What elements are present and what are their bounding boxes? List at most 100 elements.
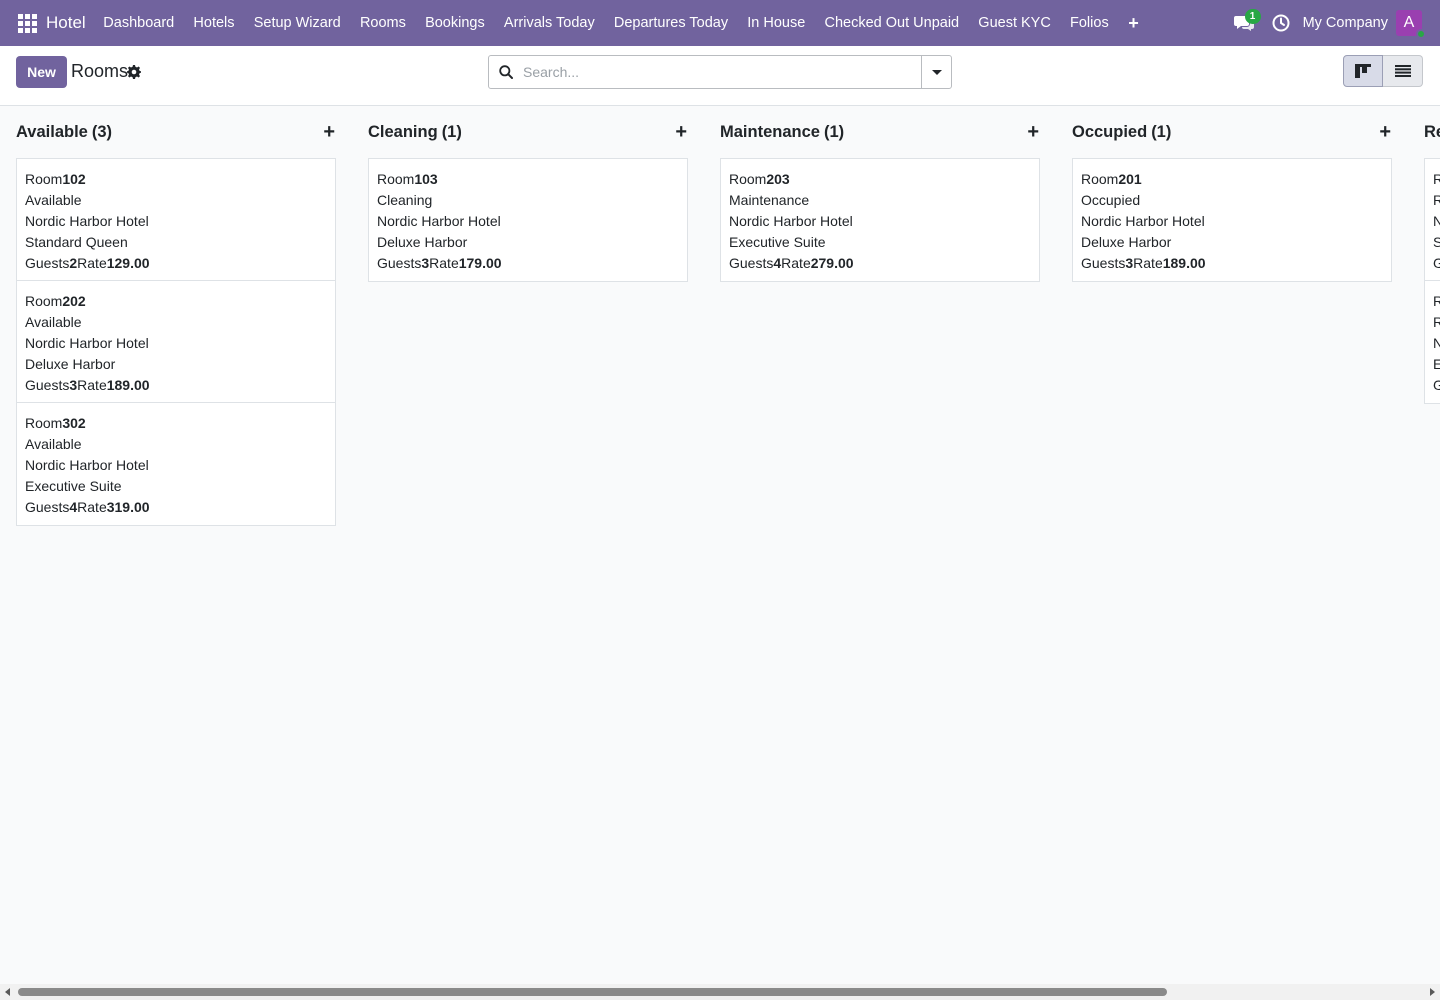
search-bar: [488, 55, 952, 89]
company-switcher[interactable]: My Company: [1299, 15, 1396, 31]
guests-value: 3: [421, 255, 430, 271]
search-options-toggle[interactable]: [921, 56, 951, 88]
column-header[interactable]: Maintenance (1) +: [720, 106, 1040, 158]
activities-button[interactable]: [1263, 0, 1299, 46]
room-card[interactable]: Room103 Cleaning Nordic Harbor Hotel Del…: [369, 159, 687, 281]
room-label: Room: [1081, 171, 1119, 187]
quick-create-plus-icon[interactable]: +: [1027, 121, 1040, 144]
guests-label: Guests: [25, 255, 70, 271]
guests-value: 4: [773, 255, 782, 271]
menu-item-hotels[interactable]: Hotels: [184, 0, 244, 46]
search-input[interactable]: [523, 56, 921, 88]
menu-item-dashboard[interactable]: Dashboard: [94, 0, 184, 46]
room-number: 203: [766, 171, 790, 187]
caret-down-icon: [931, 69, 942, 75]
menu-item-setup-wizard[interactable]: Setup Wizard: [244, 0, 350, 46]
room-number: 202: [62, 293, 86, 309]
systray: 1 My Company A: [1225, 0, 1440, 46]
column-header[interactable]: Re: [1424, 106, 1440, 158]
room-card[interactable]: Room102 Available Nordic Harbor Hotel St…: [17, 159, 335, 281]
hotel-name: Nordic Harbor Hotel: [729, 213, 853, 229]
kanban-column-occupied: Occupied (1) + Room201 Occupied Nordic H…: [1072, 106, 1392, 282]
room-card[interactable]: Room203 Maintenance Nordic Harbor Hotel …: [721, 159, 1039, 281]
room-label: R: [1433, 293, 1440, 309]
clock-icon: [1272, 14, 1290, 32]
rate-label: Rate: [1133, 255, 1163, 271]
room-status: R: [1433, 314, 1440, 330]
column-title: Re: [1424, 122, 1440, 141]
quick-create-plus-icon[interactable]: +: [675, 121, 688, 144]
list-icon: [1394, 65, 1411, 77]
room-type: Deluxe Harbor: [377, 234, 468, 250]
apps-grid-icon: [17, 13, 37, 33]
guests-label: G: [1433, 377, 1440, 393]
room-label: Room: [25, 415, 63, 431]
top-navbar: Hotel Dashboard Hotels Setup Wizard Room…: [0, 0, 1440, 46]
rate-value: 179.00: [458, 255, 502, 271]
room-number: 102: [62, 171, 86, 187]
more-menu-plus-icon[interactable]: +: [1118, 0, 1149, 46]
menu-item-guest-kyc[interactable]: Guest KYC: [969, 0, 1061, 46]
menu-item-bookings[interactable]: Bookings: [415, 0, 494, 46]
guests-label: Guests: [1081, 255, 1126, 271]
room-status: Maintenance: [729, 192, 810, 208]
menu-item-folios[interactable]: Folios: [1060, 0, 1118, 46]
rate-value: 129.00: [106, 255, 150, 271]
rate-label: Rate: [77, 255, 107, 271]
room-label: Room: [729, 171, 767, 187]
gear-icon[interactable]: [127, 65, 141, 82]
room-label: Room: [25, 293, 63, 309]
menu-item-checked-out-unpaid[interactable]: Checked Out Unpaid: [815, 0, 969, 46]
room-type: Executive Suite: [25, 478, 122, 494]
room-card[interactable]: R R N S G: [1425, 159, 1440, 281]
room-type: Standard Queen: [25, 234, 128, 250]
quick-create-plus-icon[interactable]: +: [1379, 121, 1392, 144]
kanban-column-available: Available (3) + Room102 Available Nordic…: [16, 106, 336, 526]
scroll-right-arrow-icon[interactable]: [1430, 988, 1435, 996]
menu-item-rooms[interactable]: Rooms: [350, 0, 415, 46]
rate-label: Rate: [77, 377, 107, 393]
room-status: Occupied: [1081, 192, 1141, 208]
kanban-icon: [1355, 64, 1371, 78]
room-status: Cleaning: [377, 192, 433, 208]
column-header[interactable]: Available (3) +: [16, 106, 336, 158]
menu-item-arrivals-today[interactable]: Arrivals Today: [494, 0, 604, 46]
scroll-left-arrow-icon[interactable]: [5, 988, 10, 996]
list-view-button[interactable]: [1383, 55, 1423, 87]
search-icon: [489, 65, 523, 79]
user-avatar[interactable]: A: [1396, 10, 1426, 39]
kanban-view-button[interactable]: [1343, 55, 1383, 87]
column-title: Occupied: [1072, 122, 1148, 141]
kanban-column-maintenance: Maintenance (1) + Room203 Maintenance No…: [720, 106, 1040, 282]
column-header[interactable]: Occupied (1) +: [1072, 106, 1392, 158]
column-header[interactable]: Cleaning (1) +: [368, 106, 688, 158]
messaging-button[interactable]: 1: [1225, 0, 1263, 46]
hotel-name: Nordic Harbor Hotel: [1081, 213, 1205, 229]
room-type: E: [1433, 356, 1440, 372]
room-type: S: [1433, 234, 1440, 250]
room-card[interactable]: R R N E G: [1425, 281, 1440, 403]
room-card[interactable]: Room302 Available Nordic Harbor Hotel Ex…: [17, 403, 335, 525]
column-count: (1): [823, 122, 845, 141]
room-type: Deluxe Harbor: [1081, 234, 1172, 250]
quick-create-plus-icon[interactable]: +: [323, 121, 336, 144]
menu-item-departures-today[interactable]: Departures Today: [604, 0, 737, 46]
main-menu: Dashboard Hotels Setup Wizard Rooms Book…: [94, 0, 1149, 46]
room-card[interactable]: Room201 Occupied Nordic Harbor Hotel Del…: [1073, 159, 1391, 281]
column-title: Cleaning: [368, 122, 438, 141]
room-status: Available: [25, 436, 82, 452]
room-status: R: [1433, 192, 1440, 208]
new-button[interactable]: New: [16, 56, 67, 88]
page-title: Rooms: [71, 61, 129, 81]
horizontal-scrollbar[interactable]: [0, 984, 1440, 1000]
room-card[interactable]: Room202 Available Nordic Harbor Hotel De…: [17, 281, 335, 403]
menu-item-in-house[interactable]: In House: [738, 0, 815, 46]
column-count: (1): [441, 122, 462, 141]
app-brand[interactable]: Hotel: [46, 13, 86, 33]
hotel-name: Nordic Harbor Hotel: [25, 213, 149, 229]
hotel-name: Nordic Harbor Hotel: [377, 213, 501, 229]
rate-label: Rate: [429, 255, 459, 271]
rate-label: Rate: [77, 499, 107, 515]
scrollbar-thumb[interactable]: [18, 988, 1167, 996]
column-title: Available: [16, 122, 88, 141]
